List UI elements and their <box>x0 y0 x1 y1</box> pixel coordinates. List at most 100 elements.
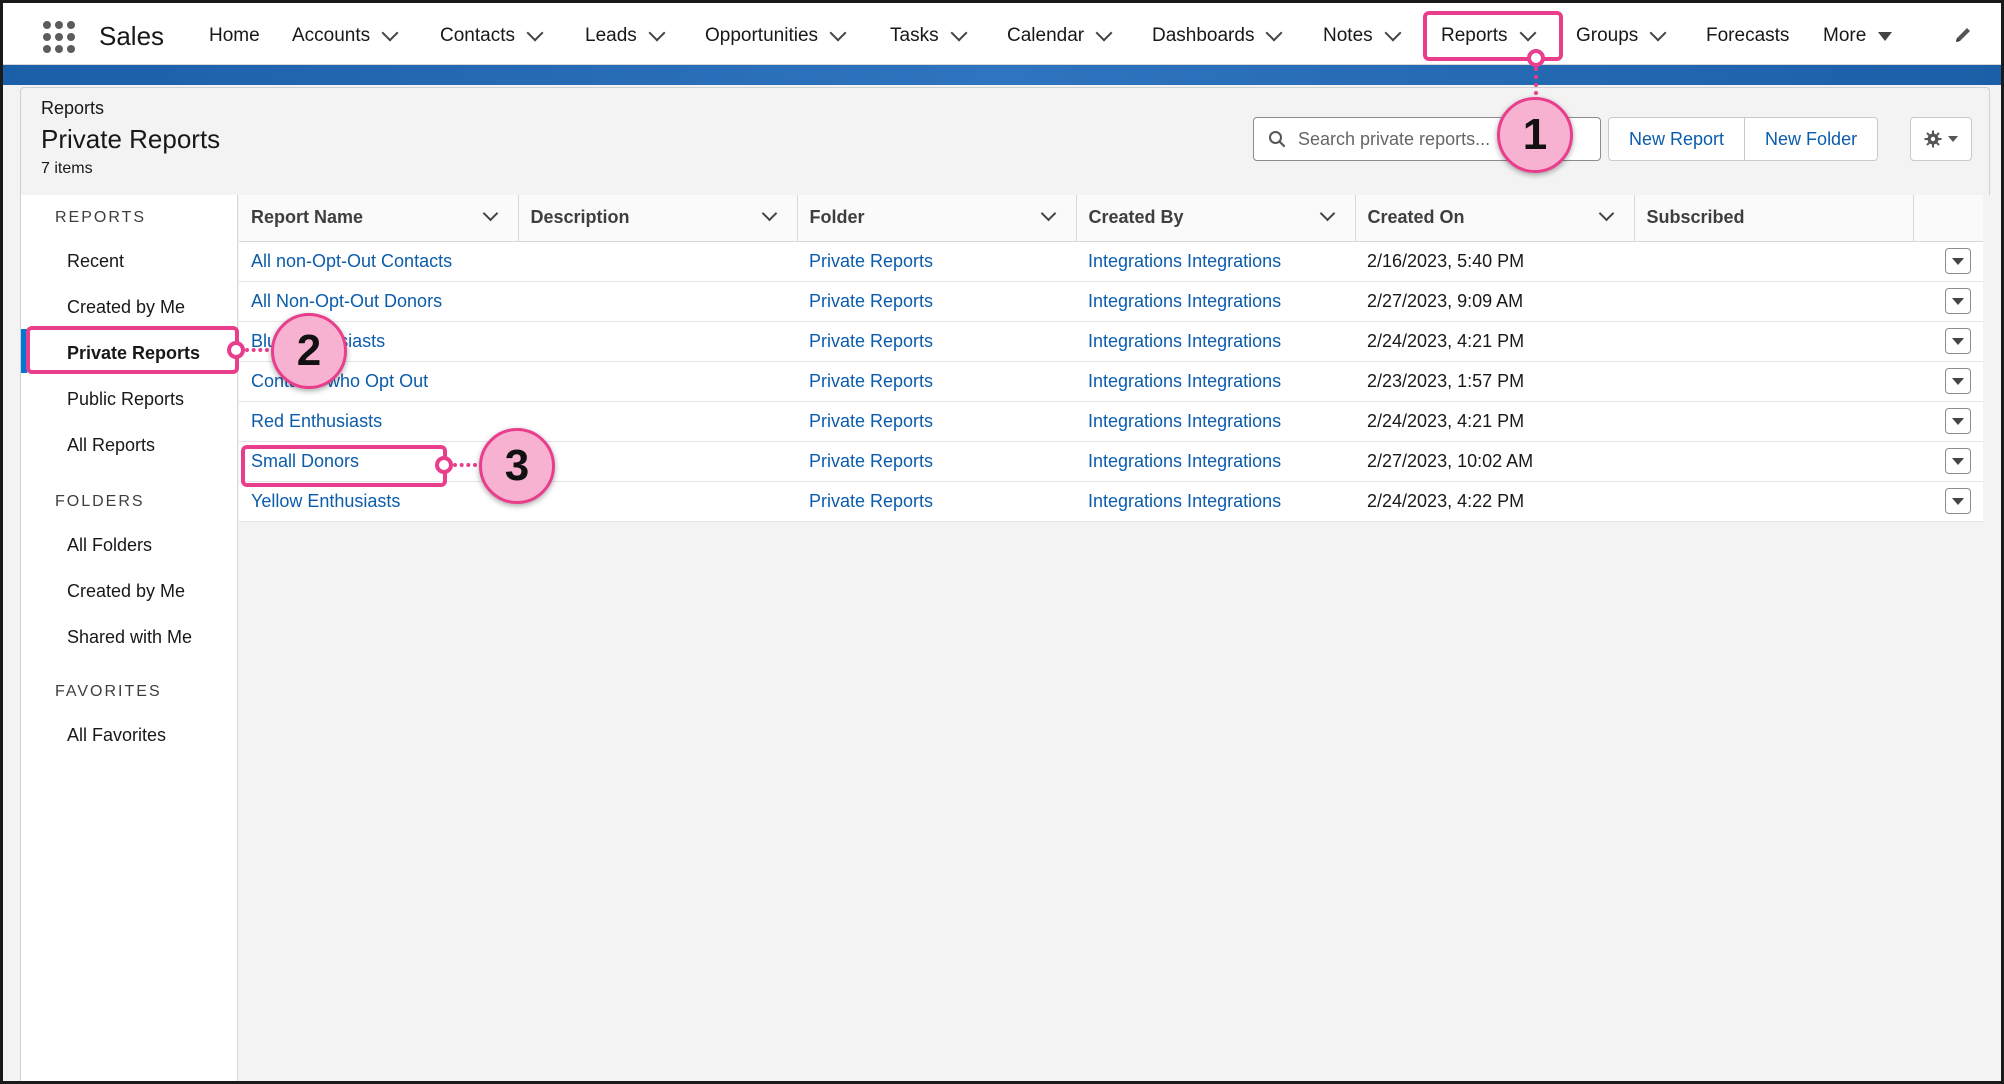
chevron-down-icon[interactable] <box>381 24 399 42</box>
column-header-report-name[interactable]: Report Name <box>239 195 519 242</box>
sidebar-heading-folders: FOLDERS <box>55 493 145 510</box>
created-by-link[interactable]: Integrations Integrations <box>1088 371 1281 391</box>
row-actions-button[interactable] <box>1945 248 1971 274</box>
new-report-button[interactable]: New Report <box>1609 118 1744 160</box>
column-header-created-by[interactable]: Created By <box>1076 195 1356 242</box>
report-name-link[interactable]: All Non-Opt-Out Donors <box>251 291 442 311</box>
nav-item-label: Home <box>209 25 260 46</box>
subscribed-value <box>1634 241 1913 282</box>
created-by-link[interactable]: Integrations Integrations <box>1088 251 1281 271</box>
nav-item-calendar[interactable]: Calendar <box>1007 24 1113 47</box>
nav-item-dashboards[interactable]: Dashboards <box>1152 24 1283 47</box>
chevron-down-icon[interactable] <box>1598 205 1614 222</box>
created-on-value: 2/27/2023, 10:02 AM <box>1355 441 1634 482</box>
sidebar-item-all-folders[interactable]: All Folders <box>67 535 152 556</box>
column-label: Folder <box>809 207 865 228</box>
nav-item-tasks[interactable]: Tasks <box>890 24 968 47</box>
chevron-down-icon[interactable] <box>761 205 777 222</box>
column-header-folder[interactable]: Folder <box>797 195 1077 242</box>
column-label: Subscribed <box>1646 207 1745 228</box>
folder-link[interactable]: Private Reports <box>809 491 933 511</box>
chevron-down-icon <box>1952 297 1964 305</box>
page-header: Reports Private Reports 7 items New Repo… <box>20 87 1990 195</box>
chevron-down-icon[interactable] <box>829 24 847 42</box>
pencil-icon[interactable] <box>1953 25 1973 45</box>
step-callout-1: 1 <box>1497 97 1573 173</box>
row-actions-button[interactable] <box>1945 408 1971 434</box>
row-actions-button[interactable] <box>1945 288 1971 314</box>
chevron-down-icon[interactable] <box>648 24 666 42</box>
report-name-link[interactable]: All non-Opt-Out Contacts <box>251 251 452 271</box>
column-header-description[interactable]: Description <box>518 195 798 242</box>
report-description <box>518 481 797 522</box>
row-actions-button[interactable] <box>1945 448 1971 474</box>
created-by-link[interactable]: Integrations Integrations <box>1088 491 1281 511</box>
folder-link[interactable]: Private Reports <box>809 371 933 391</box>
nav-item-home[interactable]: Home <box>209 25 260 47</box>
chevron-down-icon[interactable] <box>1040 205 1056 222</box>
table-header-row: Report Name Description Folder Created B… <box>239 195 1983 242</box>
chevron-down-icon <box>1952 257 1964 265</box>
sidebar-item-public-reports[interactable]: Public Reports <box>67 389 184 410</box>
created-by-link[interactable]: Integrations Integrations <box>1088 291 1281 311</box>
caret-down-icon[interactable] <box>1878 31 1893 41</box>
nav-item-label: Tasks <box>890 25 939 46</box>
row-actions-button[interactable] <box>1945 328 1971 354</box>
created-by-link[interactable]: Integrations Integrations <box>1088 331 1281 351</box>
sidebar-heading-reports: REPORTS <box>55 209 147 226</box>
folder-link[interactable]: Private Reports <box>809 291 933 311</box>
folder-link[interactable]: Private Reports <box>809 251 933 271</box>
chevron-down-icon[interactable] <box>526 24 544 42</box>
subscribed-value <box>1634 361 1913 402</box>
row-actions-button[interactable] <box>1945 368 1971 394</box>
waffle-icon[interactable] <box>43 21 75 53</box>
nav-item-notes[interactable]: Notes <box>1323 24 1402 47</box>
sidebar-item-folders-created-by-me[interactable]: Created by Me <box>67 581 185 602</box>
folder-link[interactable]: Private Reports <box>809 331 933 351</box>
table-row: Contacts who Opt Out Private Reports Int… <box>239 361 1983 402</box>
nav-item-opportunities[interactable]: Opportunities <box>705 24 847 47</box>
brand-band <box>3 65 2001 85</box>
chevron-down-icon[interactable] <box>1095 24 1113 42</box>
nav-item-label: Calendar <box>1007 25 1085 46</box>
chevron-down-icon[interactable] <box>1384 24 1402 42</box>
sidebar-item-shared-with-me[interactable]: Shared with Me <box>67 627 192 648</box>
nav-item-contacts[interactable]: Contacts <box>440 24 544 47</box>
chevron-down-icon <box>1952 457 1964 465</box>
nav-item-accounts[interactable]: Accounts <box>292 24 399 47</box>
row-actions-button[interactable] <box>1945 488 1971 514</box>
report-name-link[interactable]: Yellow Enthusiasts <box>251 491 400 511</box>
nav-item-leads[interactable]: Leads <box>585 24 666 47</box>
nav-item-more[interactable]: More <box>1823 25 1893 47</box>
breadcrumb[interactable]: Reports <box>41 98 104 119</box>
report-description <box>518 441 797 482</box>
chevron-down-icon[interactable] <box>1649 24 1667 42</box>
chevron-down-icon[interactable] <box>1265 24 1283 42</box>
chevron-down-icon <box>1952 497 1964 505</box>
created-by-link[interactable]: Integrations Integrations <box>1088 451 1281 471</box>
created-by-link[interactable]: Integrations Integrations <box>1088 411 1281 431</box>
created-on-value: 2/24/2023, 4:21 PM <box>1355 401 1634 442</box>
column-header-subscribed[interactable]: Subscribed <box>1634 195 1914 242</box>
report-name-link[interactable]: Red Enthusiasts <box>251 411 382 431</box>
report-description <box>518 241 797 282</box>
chevron-down-icon[interactable] <box>1319 205 1335 222</box>
nav-item-groups[interactable]: Groups <box>1576 24 1667 47</box>
created-on-value: 2/24/2023, 4:21 PM <box>1355 321 1634 362</box>
sidebar-item-all-favorites[interactable]: All Favorites <box>67 725 166 746</box>
chevron-down-icon[interactable] <box>950 24 968 42</box>
sidebar-item-created-by-me[interactable]: Created by Me <box>67 297 185 318</box>
folder-link[interactable]: Private Reports <box>809 451 933 471</box>
new-folder-button[interactable]: New Folder <box>1744 118 1877 160</box>
column-header-created-on[interactable]: Created On <box>1355 195 1635 242</box>
settings-menu-button[interactable] <box>1910 117 1972 161</box>
nav-item-forecasts[interactable]: Forecasts <box>1706 25 1789 47</box>
column-header-actions <box>1913 195 1983 242</box>
folder-link[interactable]: Private Reports <box>809 411 933 431</box>
annotation-anchor-dot <box>1527 49 1545 67</box>
chevron-down-icon[interactable] <box>482 205 498 222</box>
sidebar-item-recent[interactable]: Recent <box>67 251 124 272</box>
annotation-anchor-dot <box>435 456 453 474</box>
nav-item-label: Groups <box>1576 25 1639 46</box>
sidebar-item-all-reports[interactable]: All Reports <box>67 435 155 456</box>
